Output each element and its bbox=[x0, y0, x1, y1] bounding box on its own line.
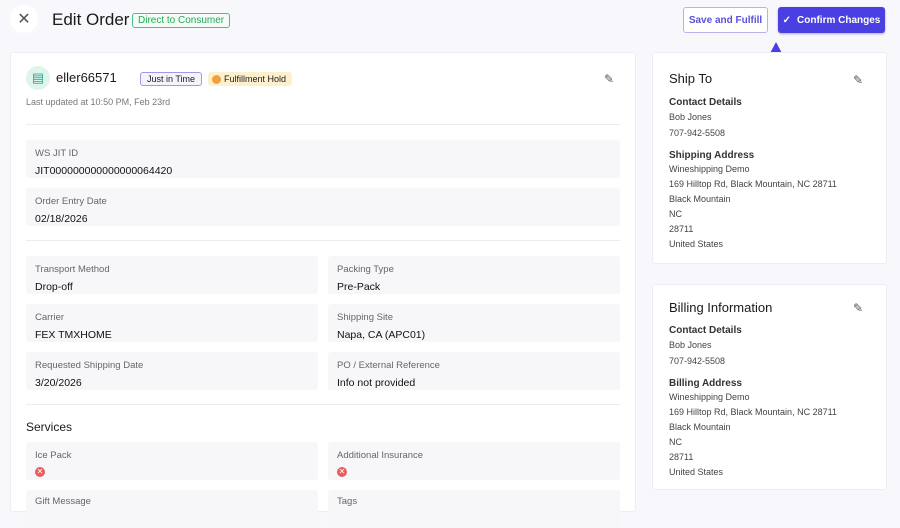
gift-message-field: Gift Message bbox=[26, 490, 318, 528]
order-id: eller66571 bbox=[56, 70, 117, 85]
transport-method-field: Transport Method Drop-off bbox=[26, 256, 318, 294]
order-entry-date-field: Order Entry Date 02/18/2026 bbox=[26, 188, 620, 226]
billing-card: Billing Information ✎ Contact Details Bo… bbox=[652, 284, 887, 490]
order-icon: ▤ bbox=[26, 66, 50, 90]
divider bbox=[26, 124, 620, 125]
packing-type-field: Packing Type Pre-Pack bbox=[328, 256, 620, 294]
last-updated: Last updated at 10:50 PM, Feb 23rd bbox=[26, 97, 171, 107]
x-circle-icon: ✕ bbox=[337, 467, 347, 477]
po-reference-field: PO / External Reference Info not provided bbox=[328, 352, 620, 390]
status-dot-icon bbox=[212, 74, 221, 84]
check-icon: ✓ bbox=[782, 14, 792, 26]
edit-billing-icon[interactable]: ✎ bbox=[853, 301, 863, 315]
carrier-field: Carrier FEX TMXHOME bbox=[26, 304, 318, 342]
channel-badge: Direct to Consumer bbox=[132, 13, 231, 28]
edit-order-icon[interactable]: ✎ bbox=[604, 72, 614, 86]
x-circle-icon: ✕ bbox=[35, 467, 45, 477]
tags-field: Tags bbox=[328, 490, 620, 528]
edit-ship-to-icon[interactable]: ✎ bbox=[853, 73, 863, 87]
shipping-site-field: Shipping Site Napa, CA (APC01) bbox=[328, 304, 620, 342]
divider bbox=[26, 404, 620, 405]
close-icon: ✕ bbox=[17, 11, 31, 28]
status-badge: Fulfillment Hold bbox=[208, 72, 293, 86]
ws-jit-id-field: WS JIT ID JIT000000000000000064420 bbox=[26, 140, 620, 178]
services-heading: Services bbox=[26, 420, 73, 434]
ice-pack-field: Ice Pack ✕ bbox=[26, 442, 318, 480]
ship-to-card: Ship To ✎ Contact Details Bob Jones 707-… bbox=[652, 52, 887, 264]
divider bbox=[26, 240, 620, 241]
close-button[interactable]: ✕ bbox=[10, 5, 38, 33]
requested-shipping-date-field: Requested Shipping Date 3/20/2026 bbox=[26, 352, 318, 390]
page-title: Edit Order bbox=[52, 10, 130, 29]
additional-insurance-field: Additional Insurance ✕ bbox=[328, 442, 620, 480]
confirm-changes-button[interactable]: ✓ Confirm Changes bbox=[778, 7, 885, 33]
jit-badge: Just in Time bbox=[140, 72, 203, 86]
save-and-fulfill-button[interactable]: Save and Fulfill bbox=[683, 7, 768, 33]
